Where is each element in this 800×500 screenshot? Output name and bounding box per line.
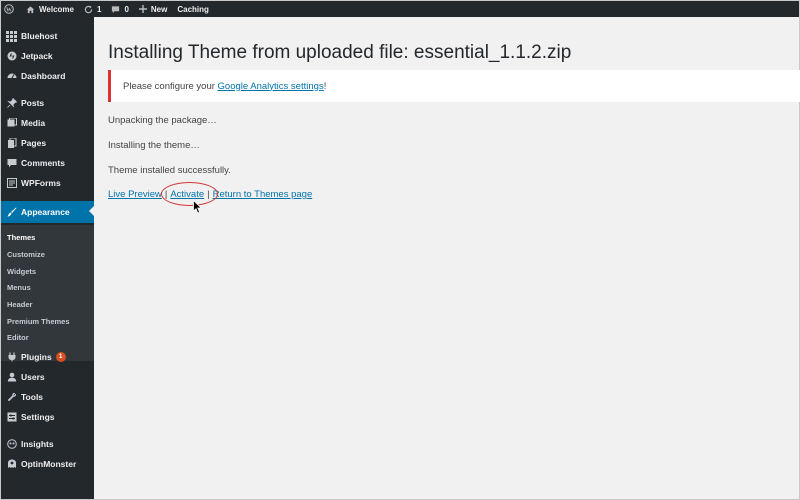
user-icon: [6, 372, 17, 383]
sidebar-item-dashboard[interactable]: Dashboard: [1, 66, 94, 86]
submenu-item-editor[interactable]: Editor: [7, 333, 29, 342]
sidebar-item-comments[interactable]: Comments: [1, 153, 94, 173]
new-label: New: [150, 4, 168, 14]
comment-bubble-icon: [112, 5, 120, 13]
sidebar-item-label: Media: [21, 118, 46, 128]
site-name-link[interactable]: Welcome: [21, 1, 79, 17]
sidebar-item-jetpack[interactable]: Jetpack: [1, 46, 94, 66]
refresh-icon: [84, 5, 93, 13]
sidebar-item-label: Appearance: [21, 207, 70, 217]
sidebar-item-label: Jetpack: [21, 51, 53, 61]
submenu-item-widgets[interactable]: Widgets: [7, 267, 36, 276]
sidebar-item-label: Settings: [21, 412, 55, 422]
sidebar-item-optinmonster[interactable]: OptinMonster: [1, 454, 94, 474]
sidebar-item-label: Insights: [21, 439, 54, 449]
dashboard-icon: [6, 71, 17, 82]
sidebar-item-label: OptinMonster: [21, 459, 77, 469]
appearance-submenu: Themes Customize Widgets Menus Header Pr…: [1, 225, 94, 361]
new-content-link[interactable]: New: [134, 1, 172, 17]
submenu-item-premium-themes[interactable]: Premium Themes: [7, 317, 70, 326]
wrench-icon: [6, 392, 17, 403]
sidebar-item-label: Posts: [21, 98, 45, 108]
admin-bar: W Welcome 1 0 New Caching: [1, 1, 799, 17]
sidebar-item-pages[interactable]: Pages: [1, 133, 94, 153]
notice-prefix: Please configure your: [123, 80, 215, 92]
home-icon: [26, 5, 35, 13]
mouse-cursor-icon: [193, 200, 203, 214]
caching-link[interactable]: Caching: [172, 1, 214, 17]
sidebar-item-label: Plugins: [21, 352, 52, 362]
theme-actions: Live Preview | Activate | Return to Themes p…: [108, 182, 313, 206]
admin-sidebar: Bluehost Jetpack Dashboard Posts Media P…: [1, 17, 94, 499]
svg-text:W: W: [6, 7, 12, 13]
pin-icon: [6, 98, 17, 109]
wordpress-icon: W: [4, 4, 14, 14]
sidebar-item-insights[interactable]: Insights: [1, 434, 94, 454]
submenu-item-header[interactable]: Header: [7, 300, 32, 309]
insights-icon: [6, 439, 17, 450]
sidebar-item-wpforms[interactable]: WPForms: [1, 173, 94, 193]
live-preview-link[interactable]: Live Preview: [108, 189, 162, 200]
sidebar-item-settings[interactable]: Settings: [1, 407, 94, 427]
grid-icon: [6, 30, 17, 42]
comments-link[interactable]: 0: [106, 1, 133, 17]
sidebar-item-label: Comments: [21, 158, 65, 168]
monster-icon: [6, 459, 17, 470]
sidebar-item-posts[interactable]: Posts: [1, 93, 94, 113]
notice-suffix: !: [323, 80, 327, 92]
submenu-item-customize[interactable]: Customize: [7, 250, 45, 259]
brush-icon: [6, 207, 17, 218]
analytics-notice: Please configure your Google Analytics s…: [108, 70, 800, 102]
plus-icon: [138, 5, 147, 13]
sidebar-item-label: WPForms: [21, 178, 61, 188]
submenu-item-menus[interactable]: Menus: [7, 283, 31, 292]
google-analytics-settings-link[interactable]: Google Analytics settings: [218, 81, 324, 92]
comment-icon: [6, 158, 17, 169]
wordpress-logo-button[interactable]: W: [1, 1, 21, 17]
site-name-label: Welcome: [39, 4, 74, 14]
sidebar-item-label: Bluehost: [21, 31, 58, 41]
updates-count: 1: [96, 4, 102, 14]
sidebar-item-media[interactable]: Media: [1, 113, 94, 133]
return-to-themes-link[interactable]: Return to Themes page: [213, 189, 313, 200]
log-line-installing: Installing the theme…: [108, 140, 200, 151]
comments-count: 0: [124, 4, 129, 14]
log-line-unpacking: Unpacking the package…: [108, 115, 217, 126]
sidebar-item-users[interactable]: Users: [1, 367, 94, 387]
plugins-update-badge: 1: [55, 352, 66, 362]
sidebar-item-plugins[interactable]: Plugins 1: [1, 347, 94, 367]
sidebar-item-label: Users: [21, 372, 45, 382]
sidebar-item-label: Tools: [21, 392, 44, 402]
caching-label: Caching: [177, 4, 209, 14]
sidebar-item-tools[interactable]: Tools: [1, 387, 94, 407]
pages-icon: [6, 138, 17, 149]
plug-icon: [6, 352, 17, 363]
highlight-annotation-oval: [161, 182, 219, 206]
log-line-success: Theme installed successfully.: [108, 165, 231, 176]
updates-link[interactable]: 1: [79, 1, 106, 17]
sidebar-item-appearance[interactable]: Appearance: [1, 201, 94, 223]
sidebar-item-label: Pages: [21, 138, 47, 148]
main-content: Installing Theme from uploaded file: ess…: [94, 17, 800, 499]
settings-icon: [6, 412, 17, 423]
sidebar-item-bluehost[interactable]: Bluehost: [1, 26, 94, 46]
jetpack-icon: [6, 51, 17, 62]
activate-wrap: Activate: [161, 182, 219, 206]
page-title: Installing Theme from uploaded file: ess…: [108, 42, 572, 63]
sidebar-item-label: Dashboard: [21, 71, 66, 81]
media-icon: [6, 118, 17, 129]
submenu-item-themes[interactable]: Themes: [7, 233, 35, 242]
form-icon: [6, 178, 17, 189]
